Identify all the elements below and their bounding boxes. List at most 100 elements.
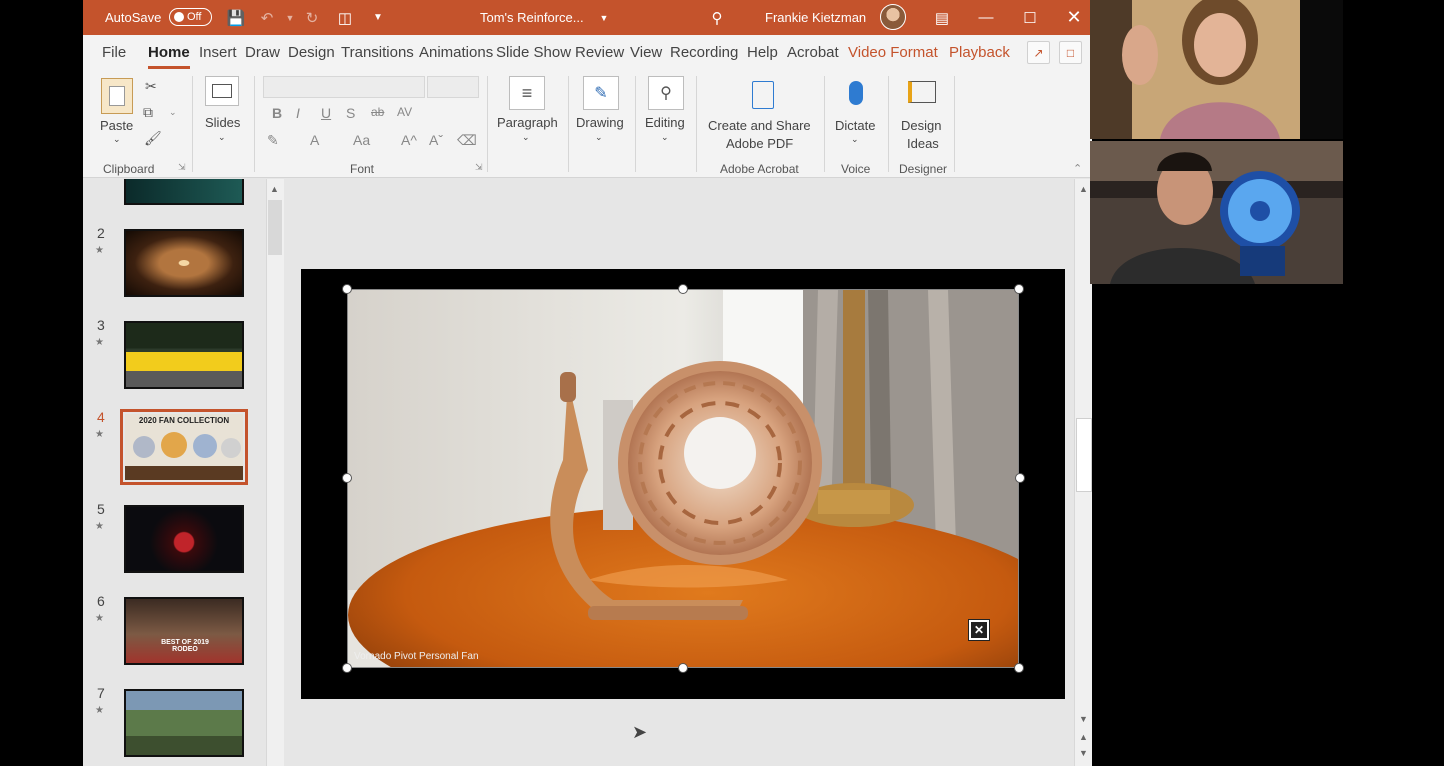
shadow-icon[interactable]: S — [346, 105, 355, 121]
tab-home[interactable]: Home — [148, 44, 190, 69]
bold-icon[interactable]: B — [272, 105, 282, 121]
tab-draw[interactable]: Draw — [245, 44, 280, 61]
save-icon[interactable]: 💾 — [224, 0, 248, 35]
resize-handle[interactable] — [678, 284, 688, 294]
format-painter-icon[interactable]: 🖌 — [144, 130, 162, 147]
next-slide-icon[interactable]: ▼ — [1079, 748, 1088, 758]
paragraph-dropdown-icon[interactable]: ⌄ — [522, 132, 530, 143]
editing-dropdown-icon[interactable]: ⌄ — [661, 132, 669, 143]
font-size-select[interactable] — [427, 76, 479, 98]
create-share-label-1[interactable]: Create and Share — [708, 118, 811, 133]
resize-handle[interactable] — [342, 473, 352, 483]
scroll-down-icon[interactable]: ▼ — [1079, 714, 1088, 724]
resize-handle[interactable] — [342, 284, 352, 294]
scroll-up-icon[interactable]: ▲ — [270, 184, 279, 194]
previous-slide-icon[interactable]: ▲ — [1079, 732, 1088, 742]
character-spacing-icon[interactable]: AV — [397, 105, 412, 119]
cut-icon[interactable]: ✂ — [145, 78, 157, 95]
editing-icon[interactable]: ⚲ — [648, 76, 684, 110]
paste-button[interactable]: Paste — [100, 118, 133, 133]
slides-dropdown-icon[interactable]: ⌄ — [218, 132, 226, 143]
tab-playback[interactable]: Playback — [949, 44, 1010, 61]
paragraph-button[interactable]: Paragraph — [497, 115, 558, 130]
minimize-icon[interactable]: — — [964, 0, 1008, 35]
strikethrough-icon[interactable]: ab — [371, 105, 384, 119]
resize-handle[interactable] — [1014, 663, 1024, 673]
tab-video-format[interactable]: Video Format — [848, 44, 938, 61]
font-launcher-icon[interactable]: ⇲ — [475, 162, 483, 173]
presenter-icon[interactable]: ◫ — [333, 0, 357, 35]
design-ideas-label-2[interactable]: Ideas — [907, 136, 939, 151]
clipboard-launcher-icon[interactable]: ⇲ — [178, 162, 186, 173]
tab-transitions[interactable]: Transitions — [341, 44, 414, 61]
resize-handle[interactable] — [678, 663, 688, 673]
paste-icon[interactable] — [101, 78, 133, 114]
adobe-pdf-icon[interactable] — [748, 78, 778, 112]
collapse-ribbon-icon[interactable]: ⌃ — [1073, 162, 1082, 175]
search-icon[interactable]: ⚲ — [705, 0, 729, 35]
paragraph-icon[interactable]: ≡ — [509, 76, 545, 110]
document-title[interactable]: Tom's Reinforce... — [480, 0, 584, 35]
copy-dropdown-icon[interactable]: ⌄ — [169, 107, 177, 118]
tab-animations[interactable]: Animations — [419, 44, 493, 61]
tab-help[interactable]: Help — [747, 44, 778, 61]
change-case-icon[interactable]: Aa — [353, 132, 370, 148]
editing-button[interactable]: Editing — [645, 115, 685, 130]
drawing-button[interactable]: Drawing — [576, 115, 624, 130]
slide-thumbnail-4[interactable]: 2020 FAN COLLECTION — [120, 409, 248, 485]
dictate-dropdown-icon[interactable]: ⌄ — [851, 134, 859, 145]
italic-icon[interactable]: I — [296, 105, 300, 121]
underline-icon[interactable]: U — [321, 105, 331, 121]
font-color-icon[interactable]: A — [310, 132, 319, 148]
tab-design[interactable]: Design — [288, 44, 335, 61]
user-name[interactable]: Frankie Kietzman — [765, 0, 866, 35]
slide-thumbnail-3[interactable] — [124, 321, 244, 389]
font-family-select[interactable] — [263, 76, 425, 98]
slide-thumbnail-7[interactable] — [124, 689, 244, 757]
video-frame[interactable]: Vornado Pivot Personal Fan ✕ — [347, 289, 1019, 668]
tab-recording[interactable]: Recording — [670, 44, 738, 61]
ribbon-display-icon[interactable]: ▤ — [920, 0, 964, 35]
grow-font-icon[interactable]: A^ — [401, 132, 417, 148]
undo-dropdown-icon[interactable]: ▼ — [278, 0, 302, 35]
clear-formatting-icon[interactable]: ⌫ — [457, 132, 477, 149]
slide-thumbnail-6[interactable]: BEST OF 2019 RODEO — [124, 597, 244, 665]
autosave-toggle[interactable]: Off — [169, 8, 212, 26]
share-icon[interactable]: ↗ — [1027, 41, 1050, 64]
thumbnails-scroll-thumb[interactable] — [268, 200, 282, 255]
slide-scroll-thumb[interactable] — [1076, 418, 1092, 492]
redo-icon[interactable]: ↻ — [300, 0, 324, 35]
tab-review[interactable]: Review — [575, 44, 624, 61]
scroll-up-icon[interactable]: ▲ — [1079, 184, 1088, 194]
slide-thumbnail-1[interactable] — [124, 179, 244, 205]
slide-thumbnail-5[interactable] — [124, 505, 244, 573]
paste-dropdown-icon[interactable]: ⌄ — [113, 134, 121, 145]
copy-icon[interactable]: ⧉ — [143, 104, 153, 121]
maximize-icon[interactable]: ☐ — [1008, 0, 1052, 35]
avatar[interactable] — [880, 4, 906, 30]
video-close-button[interactable]: ✕ — [968, 619, 990, 641]
microphone-icon[interactable] — [844, 76, 868, 110]
thumbnails-scrollbar[interactable] — [266, 179, 284, 766]
customize-toolbar-icon[interactable]: ▼ — [366, 0, 390, 35]
tab-acrobat[interactable]: Acrobat — [787, 44, 839, 61]
tab-insert[interactable]: Insert — [199, 44, 237, 61]
resize-handle[interactable] — [1014, 284, 1024, 294]
shrink-font-icon[interactable]: Aˇ — [429, 132, 443, 148]
design-ideas-icon[interactable] — [905, 76, 939, 108]
undo-icon[interactable]: ↶ — [255, 0, 279, 35]
create-share-label-2[interactable]: Adobe PDF — [726, 136, 793, 151]
slides-button[interactable]: Slides — [205, 115, 240, 130]
highlight-icon[interactable]: ✎ — [267, 132, 279, 149]
close-icon[interactable]: ✕ — [1052, 0, 1092, 35]
tab-file[interactable]: File — [102, 44, 126, 61]
tab-view[interactable]: View — [630, 44, 662, 61]
comments-icon[interactable]: □ — [1059, 41, 1082, 64]
title-dropdown-icon[interactable]: ▼ — [592, 0, 616, 35]
resize-handle[interactable] — [1015, 473, 1025, 483]
drawing-dropdown-icon[interactable]: ⌄ — [595, 132, 603, 143]
dictate-button[interactable]: Dictate — [835, 118, 875, 133]
new-slide-icon[interactable] — [205, 76, 239, 106]
drawing-icon[interactable]: ✎ — [583, 76, 619, 110]
design-ideas-label-1[interactable]: Design — [901, 118, 941, 133]
